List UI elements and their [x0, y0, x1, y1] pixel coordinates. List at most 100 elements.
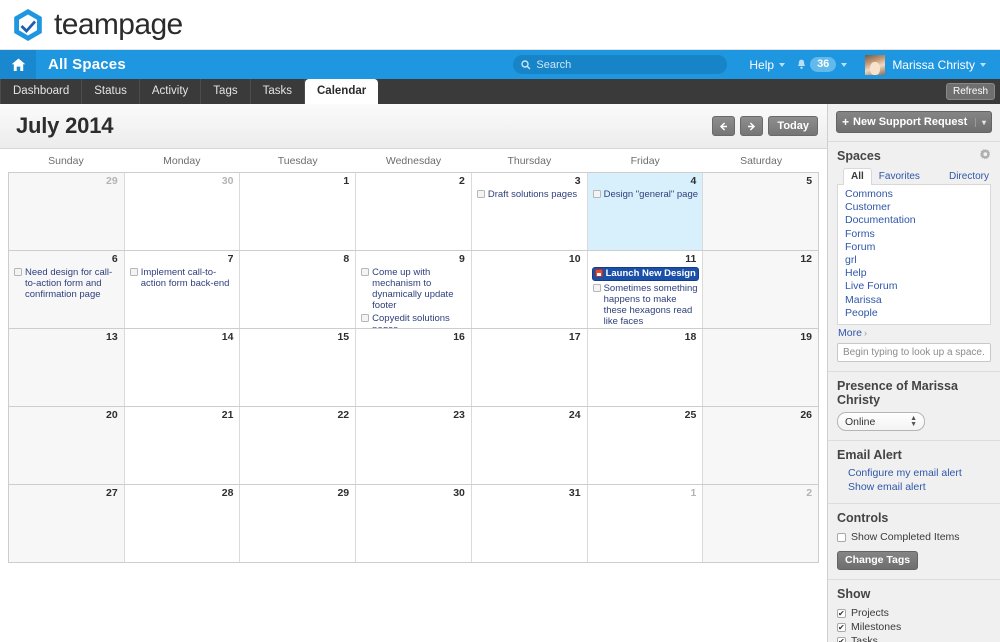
- refresh-button[interactable]: Refresh: [945, 83, 995, 100]
- change-tags-button[interactable]: Change Tags: [837, 551, 919, 571]
- calendar-event[interactable]: Copyedit solutions pages: [360, 313, 468, 328]
- calendar-day-cell[interactable]: 26: [703, 407, 819, 484]
- calendar-event[interactable]: Need design for call-to-action form and …: [13, 267, 121, 300]
- calendar-day-cell[interactable]: 29: [240, 485, 357, 562]
- calendar-day-cell[interactable]: 13: [9, 329, 125, 406]
- calendar-day-cell[interactable]: 18: [588, 329, 704, 406]
- spaces-tab-all[interactable]: All: [843, 168, 872, 185]
- calendar-event[interactable]: Implement call-to-action form back-end: [129, 267, 237, 289]
- calendar-day-cell[interactable]: 24: [472, 407, 588, 484]
- calendar-day-cell[interactable]: 6 Need design for call-to-action form and…: [9, 251, 125, 328]
- new-support-request-button[interactable]: + New Support Request ▾: [836, 111, 992, 133]
- task-checkbox-icon[interactable]: [361, 268, 370, 276]
- spaces-tab-favorites[interactable]: Favorites: [872, 169, 927, 185]
- day-number: 31: [568, 487, 581, 499]
- day-number: 7: [227, 253, 234, 265]
- calendar-day-cell[interactable]: 8: [240, 251, 357, 328]
- calendar-day-cell[interactable]: 1: [240, 173, 357, 250]
- bell-icon: [797, 59, 806, 69]
- calendar-day-cell[interactable]: 17: [472, 329, 588, 406]
- calendar-day-cell[interactable]: 4 Design "general" page: [587, 173, 704, 250]
- presence-select[interactable]: Online ▲ ▼: [837, 412, 925, 432]
- event-title: Implement call-to-action form back-end: [140, 267, 230, 289]
- user-menu[interactable]: Marissa Christy: [855, 54, 990, 75]
- calendar-day-cell[interactable]: 9 Come up with mechanism to dynamically u…: [356, 251, 472, 328]
- calendar-event[interactable]: Come up with mechanism to dynamically up…: [360, 267, 468, 311]
- space-link[interactable]: Forms: [845, 228, 983, 241]
- search-icon: [521, 59, 531, 69]
- task-checkbox-icon[interactable]: [592, 284, 601, 292]
- tab-activity[interactable]: Activity: [140, 79, 202, 104]
- calendar-day-cell[interactable]: 2: [703, 485, 819, 562]
- calendar-day-cell[interactable]: 27: [9, 485, 125, 562]
- tab-tasks[interactable]: Tasks: [251, 79, 305, 104]
- calendar-day-cell[interactable]: 12: [703, 251, 819, 328]
- space-link[interactable]: Commons: [845, 188, 983, 201]
- day-number: 2: [459, 175, 465, 187]
- calendar-day-cell[interactable]: 15: [240, 329, 357, 406]
- calendar-day-cell[interactable]: 28: [125, 485, 241, 562]
- space-link[interactable]: Forum: [845, 241, 983, 254]
- tab-dashboard[interactable]: Dashboard: [0, 79, 83, 104]
- gear-icon[interactable]: [980, 149, 991, 163]
- task-checkbox-icon[interactable]: [592, 190, 601, 198]
- next-month-button[interactable]: [740, 116, 764, 136]
- task-checkbox-icon[interactable]: [14, 268, 22, 276]
- show-milestones-checkbox[interactable]: Milestones: [837, 620, 991, 635]
- calendar-day-cell[interactable]: 20: [9, 407, 125, 484]
- show-projects-checkbox[interactable]: Projects: [837, 606, 991, 621]
- help-menu[interactable]: Help: [745, 58, 789, 72]
- spaces-more-link[interactable]: More ›: [837, 325, 991, 343]
- calendar-day-cell[interactable]: 22: [240, 407, 357, 484]
- task-checkbox-icon[interactable]: [476, 190, 485, 198]
- calendar-day-cell[interactable]: 25: [588, 407, 704, 484]
- calendar-day-cell[interactable]: 30: [125, 173, 241, 250]
- space-link[interactable]: Marissa: [845, 294, 983, 307]
- space-link[interactable]: Documentation: [845, 214, 983, 227]
- milestone-icon[interactable]: [594, 269, 603, 277]
- space-lookup-input[interactable]: Begin typing to look up a space.: [837, 343, 991, 363]
- task-checkbox-icon[interactable]: [361, 313, 370, 322]
- calendar-day-cell[interactable]: 23: [356, 407, 472, 484]
- space-link[interactable]: People: [845, 307, 983, 320]
- notifications-menu[interactable]: 36: [793, 57, 851, 72]
- teampage-hexagon-check-icon[interactable]: [10, 7, 46, 43]
- search-input[interactable]: Search: [513, 55, 728, 74]
- calendar-day-cell[interactable]: 31: [472, 485, 588, 562]
- space-link[interactable]: Customer: [845, 201, 983, 214]
- show-completed-items-checkbox[interactable]: Show Completed Items: [837, 530, 991, 544]
- calendar-day-cell[interactable]: 1: [588, 485, 704, 562]
- calendar-event[interactable]: Design "general" page: [592, 189, 700, 200]
- spaces-directory-link[interactable]: Directory: [947, 169, 991, 185]
- space-link[interactable]: Live Forum: [845, 280, 983, 293]
- calendar-day-cell[interactable]: 16: [356, 329, 472, 406]
- calendar-day-cell[interactable]: 3 Draft solutions pages: [472, 173, 588, 250]
- calendar-day-cell[interactable]: 21: [125, 407, 241, 484]
- calendar-day-cell[interactable]: 10: [472, 251, 588, 328]
- tab-calendar[interactable]: Calendar: [305, 79, 379, 104]
- task-checkbox-icon[interactable]: [129, 268, 138, 276]
- calendar-day-cell[interactable]: 14: [125, 329, 241, 406]
- home-icon[interactable]: [0, 50, 36, 79]
- calendar-week-row: 27 28 29 30 31 1 2: [9, 485, 819, 563]
- tab-status[interactable]: Status: [82, 79, 140, 104]
- chevron-down-icon[interactable]: ▾: [974, 117, 986, 127]
- calendar-event-selected[interactable]: Launch New Design: [591, 267, 700, 281]
- calendar-day-cell[interactable]: 7 Implement call-to-action form back-end: [125, 251, 241, 328]
- show-tasks-checkbox[interactable]: Tasks: [837, 634, 991, 642]
- calendar-day-cell[interactable]: 5: [703, 173, 819, 250]
- calendar-day-cell[interactable]: 30: [356, 485, 472, 562]
- calendar-event[interactable]: Sometimes something happens to make thes…: [592, 283, 700, 327]
- email-alert-link[interactable]: Configure my email alert: [837, 467, 991, 481]
- calendar-event[interactable]: Draft solutions pages: [476, 189, 584, 200]
- space-link[interactable]: Help: [845, 267, 983, 280]
- calendar-day-cell[interactable]: 2: [356, 173, 472, 250]
- calendar-day-cell[interactable]: 11 Launch New Design Sometimes something h…: [588, 251, 704, 328]
- calendar-day-cell[interactable]: 19: [703, 329, 819, 406]
- calendar-day-cell[interactable]: 29: [9, 173, 125, 250]
- email-alert-link[interactable]: Show email alert: [837, 481, 991, 495]
- today-button[interactable]: Today: [768, 116, 818, 136]
- space-link[interactable]: grl: [845, 254, 983, 267]
- tab-tags[interactable]: Tags: [201, 79, 251, 104]
- prev-month-button[interactable]: [712, 116, 736, 136]
